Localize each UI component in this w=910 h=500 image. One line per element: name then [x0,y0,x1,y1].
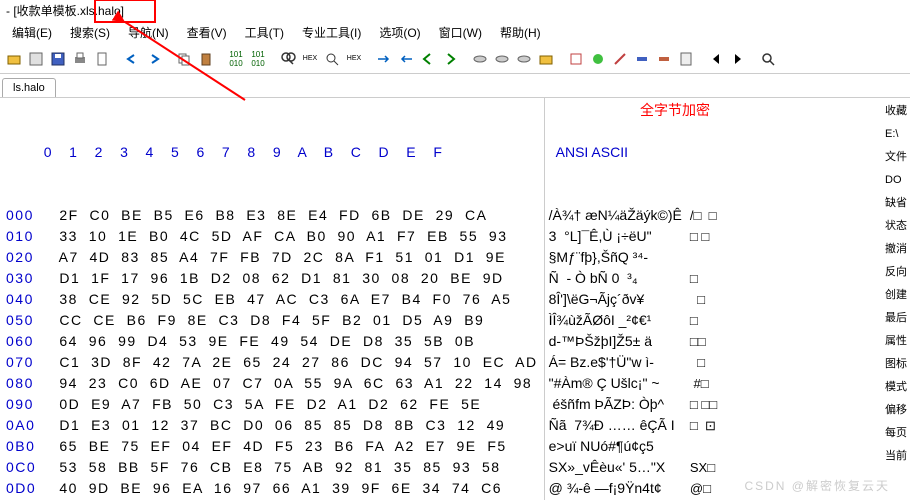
annotation-text: 全字节加密 [640,100,710,120]
panel-item[interactable]: 撤消 [884,238,910,261]
extra-column: /□ □□ □ □ □□□□ □ #□□ □□□ ⊡ SX□@□ □□□□ [686,98,725,500]
file-tab[interactable]: ls.halo [2,78,56,97]
disk2-icon[interactable] [492,49,512,69]
tool4-icon[interactable] [632,49,652,69]
find-icon[interactable] [278,49,298,69]
panel-item[interactable]: 缺省 [884,192,910,215]
print-icon[interactable] [70,49,90,69]
panel-item[interactable]: 创建 [884,284,910,307]
tool1-icon[interactable] [566,49,586,69]
goto-right-icon[interactable] [374,49,394,69]
menu-search[interactable]: 搜索(S) [62,22,118,44]
fwd-icon[interactable] [440,49,460,69]
menu-protools[interactable]: 专业工具(I) [294,22,369,44]
hex-viewer: 0 1 2 3 4 5 6 7 8 9 A B C D E F 000 2F C… [0,98,910,500]
tool2-icon[interactable] [588,49,608,69]
disk3-icon[interactable] [514,49,534,69]
tool3-icon[interactable] [610,49,630,69]
findhex2-icon[interactable]: HEX [344,49,364,69]
ascii-header: ANSI ASCII [549,142,682,163]
menu-edit[interactable]: 编辑(E) [4,22,60,44]
prev-icon[interactable] [706,49,726,69]
menu-window[interactable]: 窗口(W) [431,22,490,44]
panel-item[interactable]: 最后 [884,307,910,330]
toolbar: 101010 101010 HEX HEX [0,44,910,74]
next-icon[interactable] [728,49,748,69]
calc-icon[interactable] [676,49,696,69]
back-icon[interactable] [418,49,438,69]
panel-item[interactable]: 反向 [884,261,910,284]
findhex-icon[interactable]: HEX [300,49,320,69]
panel-item[interactable]: 每页 [884,422,910,445]
save-icon[interactable] [48,49,68,69]
menu-options[interactable]: 选项(O) [371,22,428,44]
panel-item[interactable]: 文件 [884,146,910,169]
folder2-icon[interactable] [536,49,556,69]
panel-item[interactable]: 属性 [884,330,910,353]
disk-icon[interactable] [26,49,46,69]
redo-icon[interactable] [144,49,164,69]
copy-icon[interactable] [174,49,194,69]
panel-item[interactable]: 当前 [884,445,910,468]
findnext-icon[interactable] [322,49,342,69]
menu-bar: 编辑(E) 搜索(S) 导航(N) 查看(V) 工具(T) 专业工具(I) 选项… [0,22,910,44]
goto-left-icon[interactable] [396,49,416,69]
doc-icon[interactable] [92,49,112,69]
tool5-icon[interactable] [654,49,674,69]
paste-icon[interactable] [196,49,216,69]
right-panel: 收藏E:\文件DO缺省状态撤消反向创建最后属性图标模式偏移每页当前 [884,98,910,468]
panel-item[interactable]: E:\ [884,123,910,146]
hex2-icon[interactable]: 101010 [248,49,268,69]
panel-item[interactable]: 模式 [884,376,910,399]
tab-bar: ls.halo [0,74,910,98]
menu-help[interactable]: 帮助(H) [492,22,549,44]
panel-item[interactable]: 状态 [884,215,910,238]
panel-item[interactable]: 收藏 [884,100,910,123]
panel-item[interactable]: 图标 [884,353,910,376]
undo-icon[interactable] [122,49,142,69]
hex1-icon[interactable]: 101010 [226,49,246,69]
ascii-column[interactable]: ANSI ASCII /À¾† æN¼äŽäýk©)Ê3 °L]¯Ê,Ù ¡÷ë… [544,98,686,500]
window-title: - [收款单模板.xls.halo] [0,0,910,22]
menu-view[interactable]: 查看(V) [179,22,235,44]
watermark: CSDN @解密恢复云天 [744,477,890,494]
disk1-icon[interactable] [470,49,490,69]
panel-item[interactable]: DO [884,169,910,192]
panel-item[interactable]: 偏移 [884,399,910,422]
menu-nav[interactable]: 导航(N) [120,22,177,44]
hex-table[interactable]: 0 1 2 3 4 5 6 7 8 9 A B C D E F 000 2F C… [0,98,544,500]
menu-tools[interactable]: 工具(T) [237,22,292,44]
zoom-icon[interactable] [758,49,778,69]
open-icon[interactable] [4,49,24,69]
